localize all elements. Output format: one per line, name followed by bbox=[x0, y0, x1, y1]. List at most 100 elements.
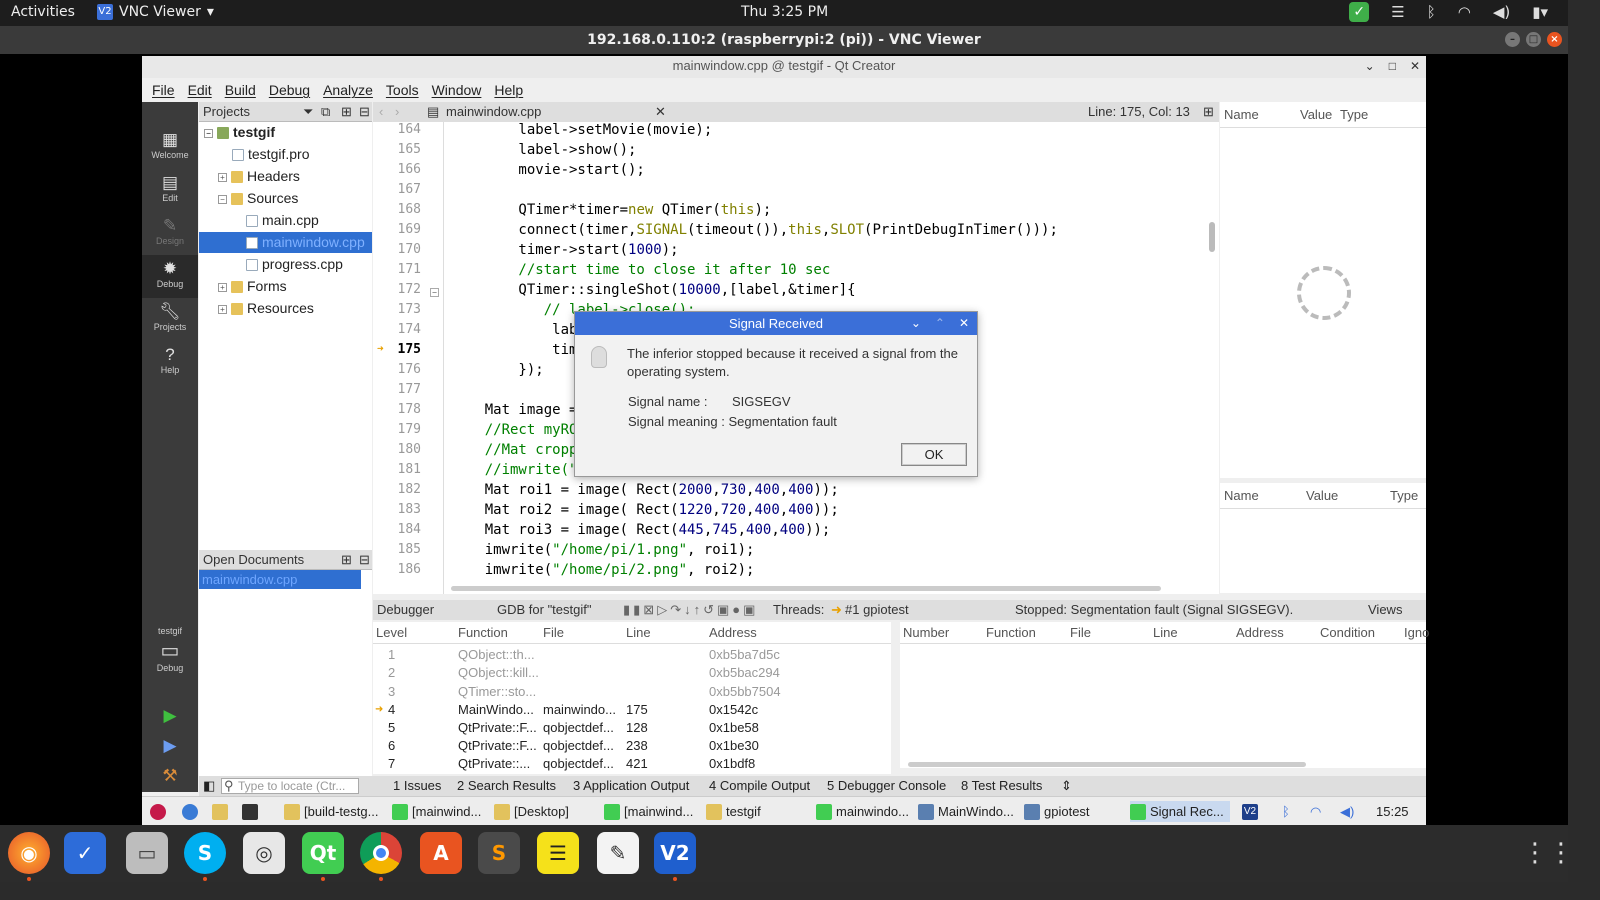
close-pane-icon[interactable]: ⊟ bbox=[359, 102, 370, 122]
tab-test-results[interactable]: 8 Test Results bbox=[961, 776, 1042, 796]
run-button[interactable]: ▶ bbox=[142, 702, 198, 732]
column-header[interactable]: Name bbox=[1224, 102, 1259, 128]
column-header[interactable]: Value bbox=[1306, 483, 1338, 509]
todo-icon[interactable]: ✓ bbox=[64, 832, 106, 874]
tree-item-mainwindow-cpp[interactable]: mainwindow.cpp bbox=[199, 232, 372, 253]
expand-icon[interactable]: + bbox=[218, 282, 227, 292]
firefox-icon[interactable]: ◉ bbox=[8, 832, 50, 874]
clock[interactable]: Thu 3:25 PM bbox=[741, 4, 828, 20]
mode-welcome[interactable]: ▦ Welcome bbox=[142, 126, 198, 169]
mode-edit[interactable]: ▤ Edit bbox=[142, 169, 198, 212]
column-header[interactable]: Address bbox=[709, 625, 757, 640]
open-document-item[interactable]: mainwindow.cpp bbox=[199, 570, 361, 589]
menu-edit[interactable]: Edit bbox=[188, 78, 212, 102]
raspberry-menu-icon[interactable] bbox=[150, 801, 166, 822]
column-header[interactable]: Type bbox=[1340, 102, 1368, 128]
taskbar-item[interactable]: [mainwind... bbox=[604, 801, 693, 822]
tree-item-headers[interactable]: + Headers bbox=[199, 166, 372, 187]
mode-projects[interactable]: 🔧︎ Projects bbox=[142, 298, 198, 341]
forward-icon[interactable]: › bbox=[395, 102, 399, 122]
terminal-icon[interactable] bbox=[242, 801, 258, 822]
column-header[interactable]: Function bbox=[986, 625, 1036, 640]
wifi-icon[interactable]: ◠ bbox=[1458, 3, 1471, 21]
text-editor-icon[interactable]: ✎ bbox=[597, 832, 639, 874]
tree-item-testgif[interactable]: − testgif bbox=[199, 122, 372, 143]
mode-design[interactable]: ✎ Design bbox=[142, 212, 198, 255]
files-icon[interactable]: ▭ bbox=[126, 832, 168, 874]
back-icon[interactable]: ‹ bbox=[379, 102, 383, 122]
locator-input[interactable]: Type to locate (Ctr... bbox=[221, 778, 359, 794]
scanner-icon[interactable]: ◎ bbox=[243, 832, 285, 874]
kit-selector[interactable]: testgif ▭ Debug bbox=[142, 626, 198, 673]
tab-application-output[interactable]: 3 Application Output bbox=[573, 776, 689, 796]
app-menu[interactable]: V2 VNC Viewer ▾ bbox=[97, 4, 214, 20]
vnc-tray-icon[interactable]: V2 bbox=[1242, 801, 1258, 822]
stack-row[interactable]: 3 QTimer::sto... 0xb5bb7504 bbox=[373, 683, 891, 701]
chevron-up-icon[interactable]: ⌃ bbox=[935, 312, 945, 335]
menu-help[interactable]: Help bbox=[494, 78, 523, 102]
filter-icon[interactable]: ⏷ bbox=[303, 102, 313, 122]
stack-row[interactable]: 6 QtPrivate::F... qobjectdef... 238 0x1b… bbox=[373, 737, 891, 755]
wifi-icon[interactable]: ◠ bbox=[1310, 801, 1321, 822]
taskbar-item[interactable]: MainWindo... bbox=[918, 801, 1014, 822]
tab-issues[interactable]: 1 Issues bbox=[393, 776, 441, 796]
close-icon[interactable]: ✕ bbox=[655, 102, 666, 122]
column-header[interactable]: Condition bbox=[1320, 625, 1375, 640]
menu-window[interactable]: Window bbox=[432, 78, 482, 102]
chevron-down-icon[interactable]: ⌄ bbox=[911, 312, 921, 335]
menu-tools[interactable]: Tools bbox=[386, 78, 419, 102]
tab-compile-output[interactable]: 4 Compile Output bbox=[709, 776, 810, 796]
chevron-down-icon[interactable]: ⌄ bbox=[1365, 56, 1375, 76]
split-icon[interactable]: ⊞ bbox=[341, 102, 352, 122]
split-icon[interactable]: ⊞ bbox=[1203, 102, 1214, 122]
more-tabs-icon[interactable]: ⇕ bbox=[1061, 776, 1072, 796]
column-header[interactable]: File bbox=[543, 625, 564, 640]
editor-filename[interactable]: mainwindow.cpp bbox=[446, 102, 541, 122]
tree-item-sources[interactable]: − Sources bbox=[199, 188, 372, 209]
stack-row[interactable]: 2 QObject::kill... 0xb5bac294 bbox=[373, 664, 891, 682]
cursor-position[interactable]: Line: 175, Col: 13 bbox=[1088, 102, 1190, 122]
browser-icon[interactable] bbox=[182, 801, 198, 822]
check-icon[interactable]: ✓ bbox=[1349, 2, 1370, 22]
thread-combo[interactable]: #1 gpiotest bbox=[845, 600, 909, 620]
battery-icon[interactable]: ▮▾ bbox=[1532, 3, 1548, 21]
column-header[interactable]: Type bbox=[1390, 483, 1418, 509]
collapse-icon[interactable]: − bbox=[218, 194, 227, 204]
build-button[interactable]: ⚒ bbox=[142, 762, 198, 792]
taskbar-item[interactable]: testgif bbox=[706, 801, 761, 822]
bluetooth-icon[interactable]: ᛒ bbox=[1427, 3, 1436, 21]
close-icon[interactable]: ✕ bbox=[959, 312, 969, 335]
column-header[interactable]: Function bbox=[458, 625, 508, 640]
expand-icon[interactable]: + bbox=[218, 172, 227, 182]
menu-file[interactable]: File bbox=[152, 78, 175, 102]
tree-item-testgif-pro[interactable]: testgif.pro bbox=[199, 144, 372, 165]
qt-creator-icon[interactable]: Qt bbox=[302, 832, 344, 874]
column-header[interactable]: Line bbox=[626, 625, 651, 640]
show-apps-icon[interactable]: ⋮⋮⋮ bbox=[1522, 837, 1568, 869]
link-icon[interactable]: ⧉ bbox=[321, 102, 330, 122]
mode-help[interactable]: ? Help bbox=[142, 341, 198, 384]
chrome-icon[interactable] bbox=[360, 832, 402, 874]
horizontal-scrollbar[interactable] bbox=[908, 762, 1306, 767]
column-header[interactable]: Igno bbox=[1404, 625, 1429, 640]
column-header[interactable]: Level bbox=[376, 625, 407, 640]
tree-item-resources[interactable]: + Resources bbox=[199, 298, 372, 319]
stack-row[interactable]: 5 QtPrivate::F... qobjectdef... 128 0x1b… bbox=[373, 719, 891, 737]
close-icon[interactable]: × bbox=[1547, 32, 1562, 47]
horizontal-scrollbar[interactable] bbox=[451, 586, 1161, 591]
mode-debug[interactable]: ✹ Debug bbox=[142, 255, 198, 298]
views-button[interactable]: Views bbox=[1368, 600, 1402, 620]
notes-icon[interactable]: ☰ bbox=[537, 832, 579, 874]
volume-icon[interactable]: ◀) bbox=[1340, 801, 1354, 822]
vnc-viewer-icon[interactable]: V2 bbox=[654, 832, 696, 874]
tree-item-forms[interactable]: + Forms bbox=[199, 276, 372, 297]
column-header[interactable]: Value bbox=[1300, 102, 1332, 128]
split-icon[interactable]: ⊞ bbox=[341, 550, 352, 570]
bluetooth-icon[interactable]: ᛒ bbox=[1282, 801, 1290, 822]
tree-item-main-cpp[interactable]: main.cpp bbox=[199, 210, 372, 231]
menu-build[interactable]: Build bbox=[225, 78, 256, 102]
panel-clock[interactable]: 15:25 bbox=[1376, 801, 1409, 822]
taskbar-item[interactable]: gpiotest bbox=[1024, 801, 1090, 822]
taskbar-item-active[interactable]: Signal Rec... bbox=[1130, 801, 1230, 822]
debug-controls-icon[interactable]: ▮▮⊠▷↷↓↑↺▣●▣ bbox=[623, 600, 758, 620]
